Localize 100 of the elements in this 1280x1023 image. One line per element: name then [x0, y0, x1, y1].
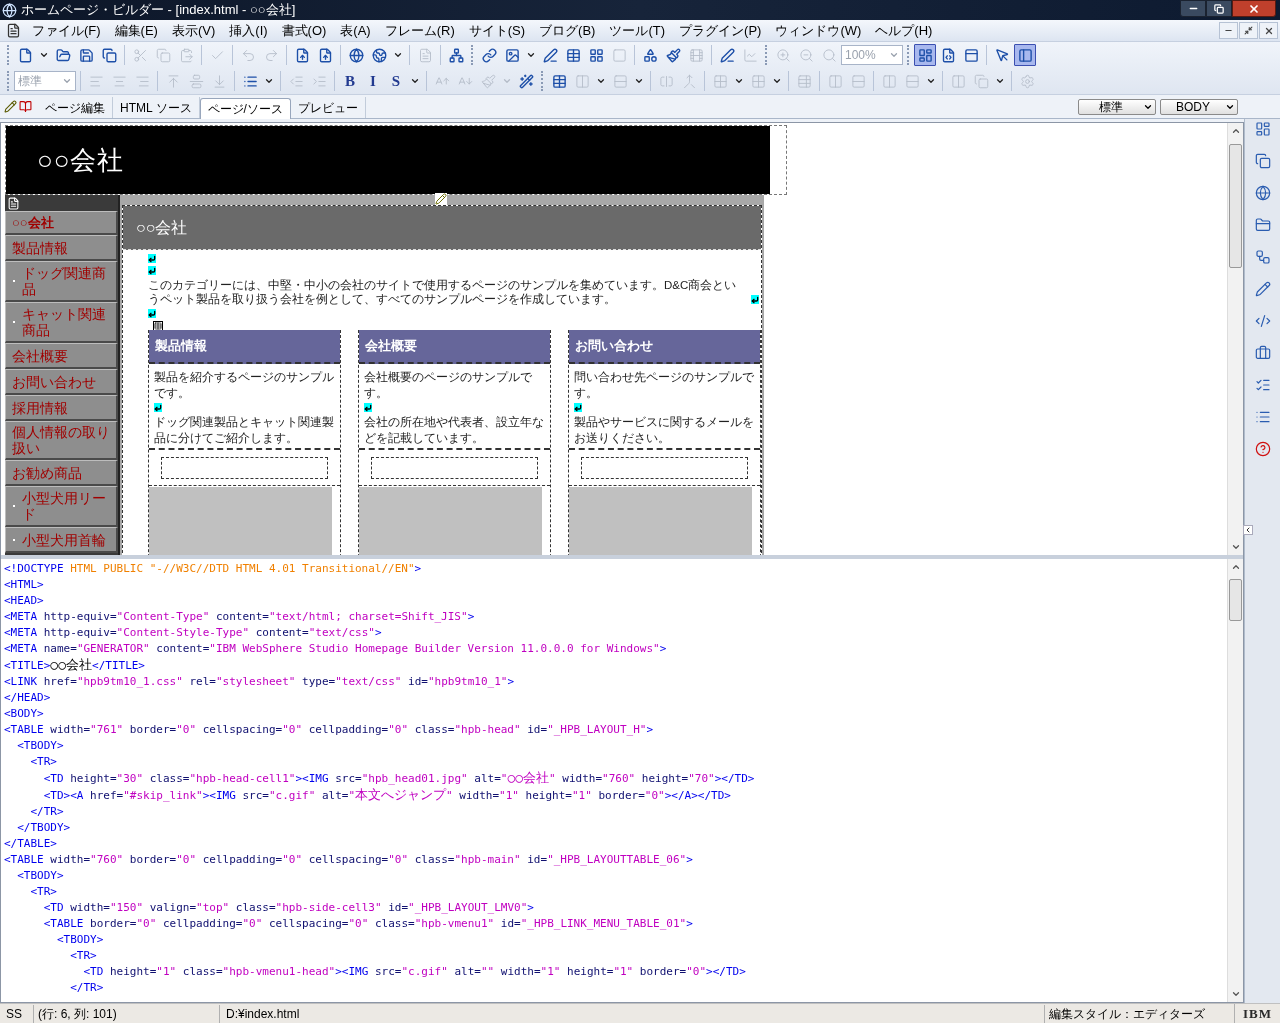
column-text: ドッグ関連製品とキャット関連製品に分けてご紹介します。	[154, 414, 335, 446]
column-text: 会社概要のページのサンプルです。	[364, 369, 533, 401]
code-line: <TR>	[29, 884, 57, 900]
code-line: <HEAD>	[4, 593, 44, 609]
code-line: </TR>	[29, 804, 64, 820]
code-line: <TR>	[69, 948, 97, 964]
toolbar-grip[interactable]	[765, 45, 768, 65]
menu-item[interactable]: 書式(O)	[274, 20, 334, 41]
toolbar-grip[interactable]	[7, 45, 10, 65]
view-tab[interactable]: ページ編集	[38, 97, 113, 118]
caret-icon[interactable]	[39, 50, 49, 60]
caret-icon[interactable]	[734, 76, 744, 86]
scrollbar[interactable]	[1227, 123, 1243, 555]
code-line: <META http-equiv="Content-Type" content="text/html; charset=Shift_JIS">	[4, 609, 475, 625]
view-tab[interactable]: プレビュー	[290, 97, 366, 118]
layout-icon[interactable]	[1254, 121, 1271, 137]
status-edit-style: 編集スタイル：エディターズ	[1044, 1004, 1234, 1023]
view-tab[interactable]: ページ/ソース	[199, 98, 291, 119]
scroll-up-icon[interactable]	[1230, 562, 1241, 572]
intro-paragraph: このカテゴリーには、中堅・中小の会社のサイトで使用するページのサンプルを集めています。D&C商会というペット製品を取り扱う会社を例として、すべてのサンプルページを作成しています。	[148, 278, 738, 306]
page-title: ○○会社	[136, 217, 188, 238]
help-icon[interactable]	[1254, 441, 1271, 457]
restore-button[interactable]	[1206, 0, 1232, 17]
column-text: 会社の所在地や代表者、設立年などを記載しています。	[364, 414, 545, 446]
collapse-icon[interactable]	[1242, 525, 1253, 535]
code-line: <META http-equiv="Content-Style-Type" content="text/css">	[4, 625, 382, 641]
briefcase-icon[interactable]	[1254, 345, 1271, 361]
document-icon	[6, 23, 21, 38]
app-icon	[2, 2, 17, 18]
caret-icon[interactable]	[264, 76, 274, 86]
code-line: <TBODY>	[16, 868, 64, 884]
code-line: <LINK href="hpb9tm10_1.css" rel="stylesheet" type="text/css" id="hpb9tm10_1">	[4, 674, 515, 690]
minimize-button[interactable]	[1180, 0, 1206, 17]
toolbar-grip[interactable]	[907, 45, 910, 65]
files-icon[interactable]	[1254, 153, 1271, 169]
caret-icon[interactable]	[393, 50, 403, 60]
scrollbar-thumb[interactable]	[1229, 579, 1242, 621]
globe-icon[interactable]	[1254, 185, 1271, 201]
menu-item[interactable]: 挿入(I)	[222, 20, 275, 41]
pencil-icon[interactable]	[1254, 281, 1271, 297]
scrollbar-thumb[interactable]	[1229, 144, 1242, 268]
caret-icon[interactable]	[772, 76, 782, 86]
caret-icon[interactable]	[526, 50, 536, 60]
format-button[interactable]: S	[385, 70, 407, 92]
menu-item[interactable]: ファイル(F)	[25, 20, 108, 41]
restore-icon	[1244, 26, 1253, 35]
caret-icon[interactable]	[596, 76, 606, 86]
toolbar-grip[interactable]	[541, 71, 544, 91]
view-tab[interactable]: HTML ソース	[113, 97, 200, 118]
menu-item[interactable]: 編集(E)	[107, 20, 165, 41]
menu-item[interactable]: プラグイン(P)	[672, 20, 769, 41]
column-text: 問い合わせ先ページのサンプルです。	[574, 369, 755, 401]
list-icon[interactable]	[1254, 409, 1271, 425]
document-icon	[7, 196, 20, 210]
window-title: ホームページ・ビルダー - [index.html - ○○会社]	[21, 1, 296, 20]
caret-icon[interactable]	[926, 76, 936, 86]
return-mark-icon	[148, 254, 156, 263]
code-line: <!DOCTYPE HTML PUBLIC "-//W3C//DTD HTML 4.01 Transitional//EN">	[4, 561, 422, 577]
caret-icon[interactable]	[410, 76, 420, 86]
code-line: <TBODY>	[56, 932, 104, 948]
code-line: </TABLE>	[4, 836, 57, 852]
book-icon[interactable]	[19, 100, 32, 113]
style-dropdown[interactable]: BODY	[1160, 98, 1238, 115]
code-line: <TABLE width="761" border="0" cellspacing="0" cellpadding="0" class="hpb-head" id="_HPB_LAYOUT_H">	[4, 722, 654, 738]
status-mode: SS	[0, 1004, 34, 1023]
scroll-up-icon[interactable]	[1230, 126, 1241, 136]
toolbar-grip[interactable]	[7, 71, 10, 91]
code-line: <HTML>	[4, 577, 44, 593]
menu-item[interactable]: サイト(S)	[461, 20, 533, 41]
workflow-icon[interactable]	[1254, 249, 1271, 265]
return-mark-icon	[154, 403, 162, 412]
menu-item[interactable]: 表示(V)	[164, 20, 223, 41]
checklist-icon[interactable]	[1254, 377, 1271, 393]
scroll-down-icon[interactable]	[1230, 542, 1241, 552]
format-button[interactable]: B	[339, 70, 361, 92]
menu-item[interactable]: ブログ(B)	[532, 20, 603, 41]
close-button[interactable]	[1232, 0, 1276, 17]
pencil-icon[interactable]	[4, 100, 17, 113]
column-title: お問い合わせ	[575, 337, 653, 356]
menu-item[interactable]: フレーム(R)	[377, 20, 462, 41]
code-line: <TABLE width="760" border="0" cellpadding="0" cellspacing="0" class="hpb-main" id="_HPB_LAYOUTTABLE_06">	[4, 852, 693, 868]
caret-icon[interactable]	[995, 76, 1005, 86]
code-line: <TABLE border="0" cellpadding="0" cellspacing="0" class="hpb-vmenu1" id="_HPB_LINK_MENU_TABLE_01">	[42, 916, 693, 932]
code-line: <META name="GENERATOR" content="IBM WebSphere Studio Homepage Builder Version 11.0.0.0 for Windows">	[4, 641, 667, 657]
scrollbar[interactable]	[1227, 559, 1243, 1002]
logo: IBM	[1234, 1003, 1280, 1023]
style-dropdown[interactable]: 標準	[1078, 98, 1156, 115]
menu-item[interactable]: 表(A)	[333, 20, 378, 41]
code-icon[interactable]	[1254, 313, 1271, 329]
folder-icon[interactable]	[1254, 217, 1271, 233]
toolbar-grip[interactable]	[471, 45, 474, 65]
restore-icon	[1214, 3, 1224, 14]
code-line: </TR>	[69, 980, 104, 996]
menu-item[interactable]: ツール(T)	[602, 20, 673, 41]
return-mark-icon	[148, 309, 156, 318]
caret-icon[interactable]	[634, 76, 644, 86]
menu-item[interactable]: ウィンドウ(W)	[768, 20, 869, 41]
format-button[interactable]: I	[362, 70, 384, 92]
menu-item[interactable]: ヘルプ(H)	[868, 20, 940, 41]
scroll-down-icon[interactable]	[1230, 989, 1241, 999]
